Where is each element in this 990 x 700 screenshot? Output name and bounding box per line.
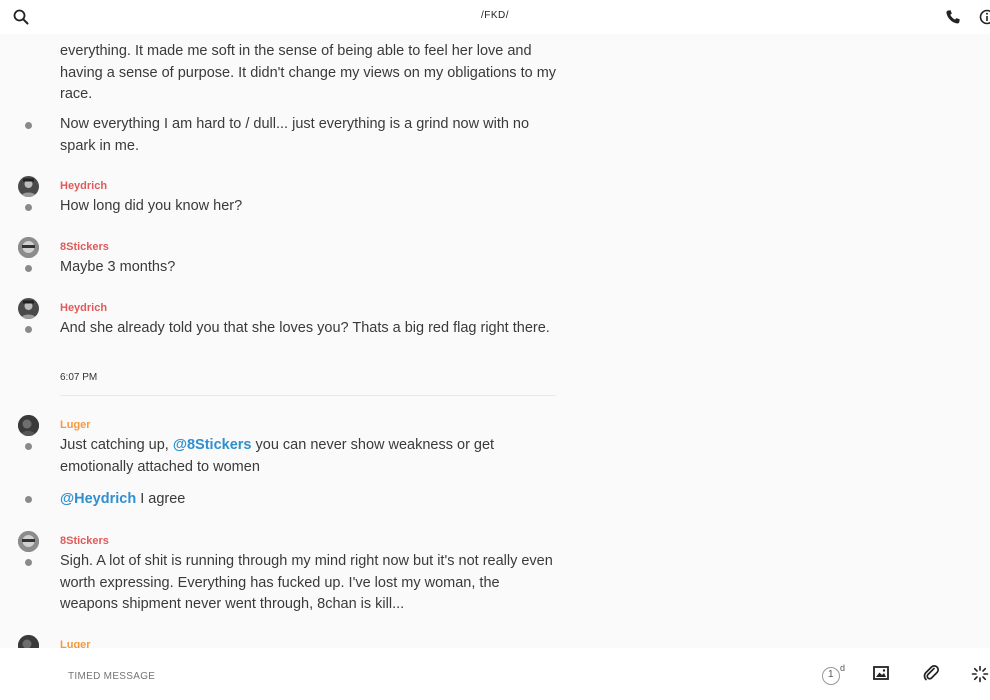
avatar[interactable] xyxy=(18,531,39,552)
paperclip-icon[interactable] xyxy=(922,664,940,682)
avatar[interactable] xyxy=(18,237,39,258)
message-bullet xyxy=(25,265,32,272)
message-text-part: Just catching up, xyxy=(60,437,173,453)
message-text: Maybe 3 months? xyxy=(60,259,176,275)
mention-link[interactable]: @Heydrich xyxy=(60,491,136,507)
message-bullet xyxy=(25,122,32,129)
message-text: Now everything I am hard to / dull... ju… xyxy=(60,116,530,154)
avatar[interactable] xyxy=(18,176,39,197)
avatar[interactable] xyxy=(18,415,39,436)
message-text: @Heydrich I agree xyxy=(60,489,560,511)
time-separator: 6:07 PM xyxy=(60,372,98,383)
message-bullet xyxy=(25,326,32,333)
avatar[interactable] xyxy=(18,635,39,648)
sparkle-icon[interactable] xyxy=(970,664,990,684)
mention-link[interactable]: @8Stickers xyxy=(173,437,252,453)
message-text: Just catching up, @8Stickers you can nev… xyxy=(60,435,560,478)
author-name[interactable]: 8Stickers xyxy=(60,535,109,547)
image-icon[interactable] xyxy=(872,664,890,682)
message-text: How long did you know her? xyxy=(60,198,243,214)
author-name[interactable]: Luger xyxy=(60,639,91,648)
avatar[interactable] xyxy=(18,298,39,319)
timer-value: 1 xyxy=(828,669,834,680)
message-bullet xyxy=(25,204,32,211)
top-bar: /FKD/ xyxy=(0,0,990,34)
message-text-part: I agree xyxy=(136,491,186,507)
message-text: And she already told you that she loves … xyxy=(60,320,550,336)
message-bullet xyxy=(25,496,32,503)
message-bullet xyxy=(25,559,32,566)
message-text: everything. It made me soft in the sense… xyxy=(60,43,557,102)
phone-icon[interactable] xyxy=(944,8,962,26)
author-name[interactable]: Luger xyxy=(60,419,91,431)
message-input[interactable] xyxy=(66,667,670,685)
message-text: Sigh. A lot of shit is running through m… xyxy=(60,553,553,612)
author-name[interactable]: 8Stickers xyxy=(60,241,109,253)
conversation-title[interactable]: /FKD/ xyxy=(0,10,990,21)
divider xyxy=(60,395,556,396)
message-bullet xyxy=(25,443,32,450)
info-icon[interactable] xyxy=(978,8,990,26)
author-name[interactable]: Heydrich xyxy=(60,180,107,192)
message-feed[interactable]: everything. It made me soft in the sense… xyxy=(0,34,990,648)
composer-bar: 1 d xyxy=(0,648,990,700)
timer-unit: d xyxy=(840,663,846,673)
timer-button[interactable]: 1 d xyxy=(820,663,850,687)
author-name[interactable]: Heydrich xyxy=(60,302,107,314)
